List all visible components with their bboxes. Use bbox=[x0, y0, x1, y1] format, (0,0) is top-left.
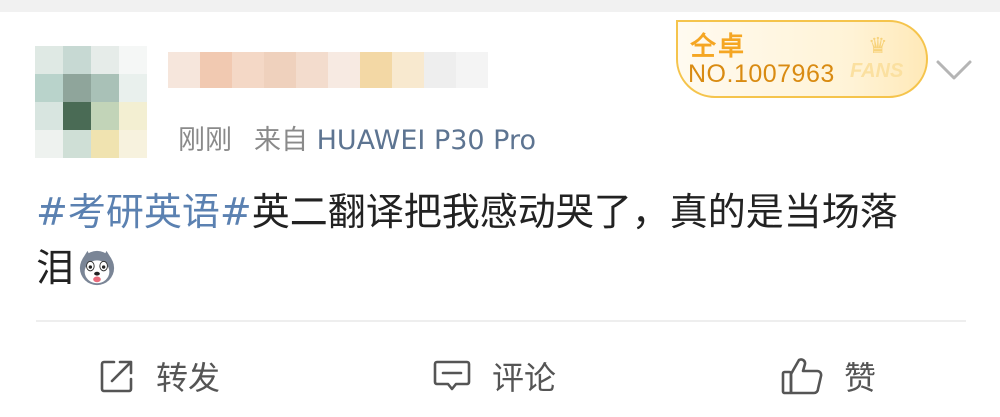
chevron-down-icon[interactable] bbox=[934, 56, 974, 84]
like-label: 赞 bbox=[844, 359, 877, 397]
post-meta: 刚刚 来自 HUAWEI P30 Pro bbox=[178, 118, 536, 157]
action-bar: 转发 评论 赞 bbox=[0, 348, 1000, 404]
divider bbox=[36, 320, 966, 322]
username-blurred[interactable] bbox=[168, 52, 488, 88]
post-device[interactable]: HUAWEI P30 Pro bbox=[317, 125, 536, 156]
husky-emoji-icon bbox=[79, 250, 115, 286]
crown-icon: ♛ bbox=[868, 34, 888, 59]
comment-label: 评论 bbox=[492, 359, 557, 397]
like-button[interactable]: 赞 bbox=[780, 348, 876, 404]
post-source-prefix: 来自 bbox=[254, 125, 308, 156]
comment-button[interactable]: 评论 bbox=[432, 348, 556, 404]
post-content: #考研英语#英二翻译把我感动哭了，真的是当场落 泪 bbox=[36, 184, 976, 296]
post-text-line2: 泪 bbox=[36, 246, 75, 290]
repost-button[interactable]: 转发 bbox=[98, 348, 220, 404]
repost-label: 转发 bbox=[156, 359, 221, 397]
comment-icon bbox=[433, 360, 471, 391]
post-text-line1: 英二翻译把我感动哭了，真的是当场落 bbox=[251, 190, 898, 234]
avatar[interactable] bbox=[35, 46, 147, 158]
thumbs-up-icon bbox=[781, 358, 823, 395]
fan-badge[interactable]: 仝卓 ♛ NO.1007963 FANS bbox=[676, 20, 928, 98]
top-separator bbox=[0, 0, 1000, 12]
repost-icon bbox=[100, 360, 133, 393]
fan-badge-title: 仝卓 bbox=[690, 32, 747, 62]
fan-badge-number: NO.1007963 bbox=[688, 60, 835, 88]
fan-badge-fans-label: FANS bbox=[850, 60, 904, 82]
hashtag-link[interactable]: #考研英语# bbox=[36, 190, 252, 234]
post-time: 刚刚 bbox=[178, 125, 232, 156]
